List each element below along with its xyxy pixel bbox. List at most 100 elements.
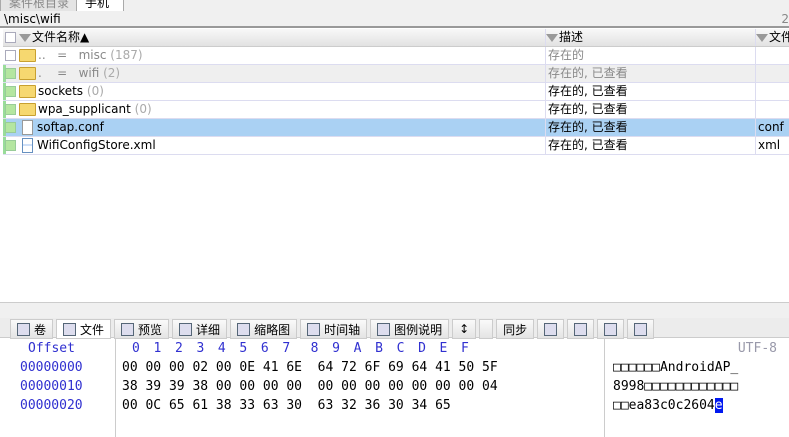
file-row[interactable]: sockets (0) 存在的, 已查看: [3, 83, 789, 101]
file-row[interactable]: . = wifi (2) 存在的, 已查看: [3, 65, 789, 83]
file-ext: [755, 47, 789, 64]
row-checkbox[interactable]: [5, 68, 16, 79]
hex-viewer[interactable]: Offset 00000000 00000010 00000020 0 1 2 …: [0, 339, 789, 437]
file-icon: [22, 120, 33, 135]
file-ext: [755, 83, 789, 100]
file-desc: 存在的: [545, 47, 758, 64]
hex-bytes: 00 0C 65 61 38 33 63 30 63 32 36 30 34 6…: [122, 398, 451, 413]
item-count: (187): [110, 48, 143, 62]
encoding-label: UTF-8: [737, 341, 777, 356]
row-checkbox[interactable]: [5, 86, 16, 97]
binoculars-icon: [574, 322, 588, 336]
tab-label: 同步: [503, 322, 528, 337]
column-name-label: 文件名称▲: [32, 30, 90, 44]
file-desc: 存在的, 已查看: [545, 83, 758, 100]
tab-thumbnail[interactable]: 缩略图: [230, 319, 298, 339]
target-button[interactable]: [627, 319, 655, 339]
chart-icon: [544, 322, 558, 336]
offset: 00000000: [20, 360, 83, 375]
tab-label: 图例说明: [394, 322, 443, 337]
row-checkbox[interactable]: [5, 122, 16, 133]
folder-icon: [19, 85, 36, 98]
file-desc: 存在的, 已查看: [545, 137, 758, 154]
tab-volume[interactable]: 卷: [10, 319, 54, 339]
tab-sync[interactable]: 同步: [496, 319, 535, 339]
file-name: . = wifi: [38, 66, 100, 80]
path-count: 2: [781, 12, 789, 26]
file-desc: 存在的, 已查看: [545, 101, 758, 118]
preview-icon: [121, 322, 135, 336]
row-checkbox[interactable]: [5, 140, 16, 151]
column-desc-label: 描述: [559, 30, 584, 44]
tab-search[interactable]: [479, 319, 494, 339]
column-desc-header[interactable]: 描述: [545, 29, 756, 46]
column-ext-header[interactable]: 文件: [755, 29, 789, 46]
file-row[interactable]: wpa_supplicant (0) 存在的, 已查看: [3, 101, 789, 119]
item-count: (2): [103, 66, 121, 80]
filter-icon[interactable]: [19, 33, 31, 42]
volume-icon: [17, 322, 30, 336]
file-ext: xml: [755, 137, 789, 154]
tab-label: 时间轴: [324, 322, 361, 337]
tab-label: 预览: [138, 322, 163, 337]
bytes-column: 0 1 2 3 4 5 6 7 8 9 A B C D E F 00 00 00…: [116, 339, 605, 437]
file-desc: 存在的, 已查看: [545, 119, 758, 136]
file-name: sockets: [38, 84, 84, 98]
target-icon: [634, 322, 648, 336]
file-icon: [63, 322, 77, 336]
row-checkbox[interactable]: [5, 50, 16, 61]
row-checkbox[interactable]: [5, 104, 16, 115]
filter-icon[interactable]: [546, 33, 558, 42]
file-icon: [22, 138, 33, 153]
folder-icon: [19, 103, 36, 116]
legend-icon: [377, 322, 391, 336]
text-column: UTF-8 □□□□□□AndroidAP_ 8998□□□□□□□□□□□□ …: [605, 339, 789, 437]
text-line: 8998□□□□□□□□□□□□: [613, 379, 739, 394]
offset-header: Offset: [28, 341, 75, 356]
chart-button[interactable]: [537, 319, 565, 339]
file-list: 文件名称▲ 描述 文件 .. = misc (187)存在的. = wifi (…: [3, 29, 789, 155]
tab-label: 卷: [34, 322, 47, 337]
timeline-icon: [307, 322, 321, 336]
clock-list-button[interactable]: [597, 319, 625, 339]
view-toolbar: 卷 文件 预览 详细 缩略图 时间轴 图例说明 ↕ 同步: [0, 318, 789, 339]
tab-file[interactable]: 文件: [56, 319, 112, 339]
hex-bytes: 00 00 00 02 00 0E 41 6E 64 72 6F 69 64 4…: [122, 360, 498, 375]
tab-details[interactable]: 详细: [172, 319, 228, 339]
tab-label: 文件: [80, 322, 105, 337]
filter-icon[interactable]: [756, 33, 768, 42]
file-name: .. = misc: [38, 48, 107, 62]
file-row[interactable]: .. = misc (187) 存在的: [3, 47, 789, 65]
item-count: (0): [134, 102, 152, 116]
tab-sort[interactable]: ↕: [452, 319, 477, 339]
file-name: wpa_supplicant: [38, 102, 131, 116]
tab-preview[interactable]: 预览: [114, 319, 170, 339]
offset-column: Offset 00000000 00000010 00000020: [0, 339, 116, 437]
clock-list-icon: [604, 322, 618, 336]
tab-label: 缩略图: [254, 322, 291, 337]
column-name-header[interactable]: 文件名称▲: [3, 29, 545, 46]
details-icon: [179, 322, 193, 336]
binoculars-button[interactable]: [567, 319, 595, 339]
offset: 00000010: [20, 379, 83, 394]
file-name: softap.conf: [37, 120, 104, 134]
folder-icon: [19, 67, 36, 80]
file-row[interactable]: softap.conf 存在的, 已查看 conf: [3, 119, 789, 137]
byte-index-header: 0 1 2 3 4 5 6 7 8 9 A B C D E F: [132, 341, 469, 356]
select-all-checkbox[interactable]: [5, 32, 16, 43]
text-line: □□ea83c0c2604: [613, 398, 715, 413]
file-name: WifiConfigStore.xml: [37, 138, 156, 152]
file-ext: [755, 65, 789, 82]
file-desc: 存在的, 已查看: [545, 65, 758, 82]
tab-label: 详细: [196, 322, 221, 337]
item-count: (0): [86, 84, 104, 98]
tab-timeline[interactable]: 时间轴: [300, 319, 368, 339]
file-row[interactable]: WifiConfigStore.xml 存在的, 已查看 xml: [3, 137, 789, 155]
pane-splitter[interactable]: [0, 302, 789, 318]
file-ext: [755, 101, 789, 118]
tab-legend[interactable]: 图例说明: [370, 319, 450, 339]
folder-icon: [19, 49, 36, 62]
breadcrumb: \misc\wifi: [0, 11, 789, 28]
text-line: □□□□□□AndroidAP_: [613, 360, 739, 375]
column-header-row: 文件名称▲ 描述 文件: [3, 29, 789, 47]
